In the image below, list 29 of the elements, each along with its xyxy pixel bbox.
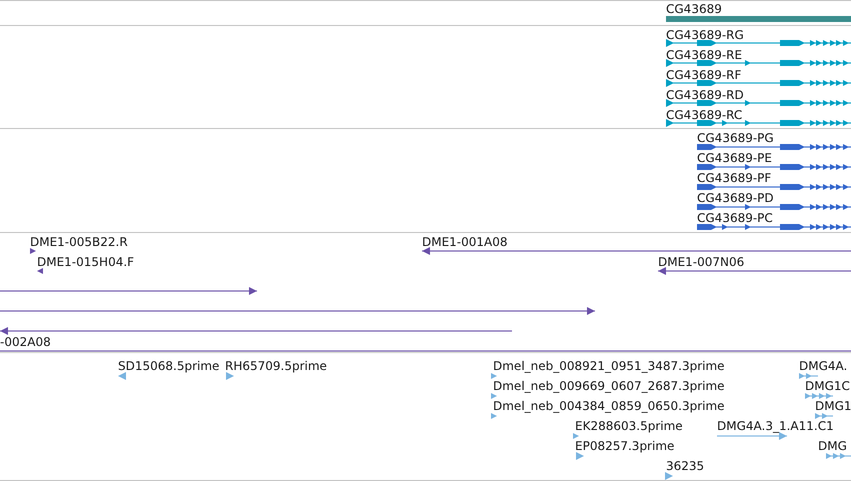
feature-label: DMG1C. <box>805 379 851 393</box>
feature-label: Dmel_neb_009669_0607_2687.3prime <box>493 379 725 393</box>
feature-label: SD15068.5prime <box>118 359 220 373</box>
feature-label: CG43689-RD <box>666 88 744 102</box>
feature-label: DME1-015H04.F <box>37 255 134 269</box>
feature-label: DMG <box>818 439 847 453</box>
feature-label: CG43689 <box>666 2 722 16</box>
feature-label: CG43689-RE <box>666 48 742 62</box>
feature-label: EP08257.3prime <box>575 439 674 453</box>
feature-label: DMG1 <box>815 399 851 413</box>
feature-label: CG43689-PF <box>697 171 772 185</box>
feature-label: CG43689-PE <box>697 151 772 165</box>
feature-label: CG43689-RC <box>666 108 742 122</box>
feature-label: CG43689-RG <box>666 28 744 42</box>
feature-label: CG43689-PC <box>697 211 773 225</box>
feature-label: CG43689-PG <box>697 131 774 145</box>
feature-label: Dmel_neb_004384_0859_0650.3prime <box>493 399 725 413</box>
feature-label: RH65709.5prime <box>225 359 327 373</box>
feature-label: DME1-001A08 <box>422 235 508 249</box>
feature-label: CG43689-PD <box>697 191 774 205</box>
feature-label: DMG4A.3_1.A11.C1 <box>717 419 834 433</box>
feature-label: 36235 <box>666 459 704 473</box>
feature-label: DMG4A. <box>799 359 848 373</box>
feature-label: DME1-007N06 <box>658 255 744 269</box>
feature-label: EK288603.5prime <box>575 419 683 433</box>
feature-label: -002A08 <box>0 335 51 349</box>
feature-label: Dmel_neb_008921_0951_3487.3prime <box>493 359 725 373</box>
feature-label: CG43689-RF <box>666 68 742 82</box>
feature-label: DME1-005B22.R <box>30 235 128 249</box>
